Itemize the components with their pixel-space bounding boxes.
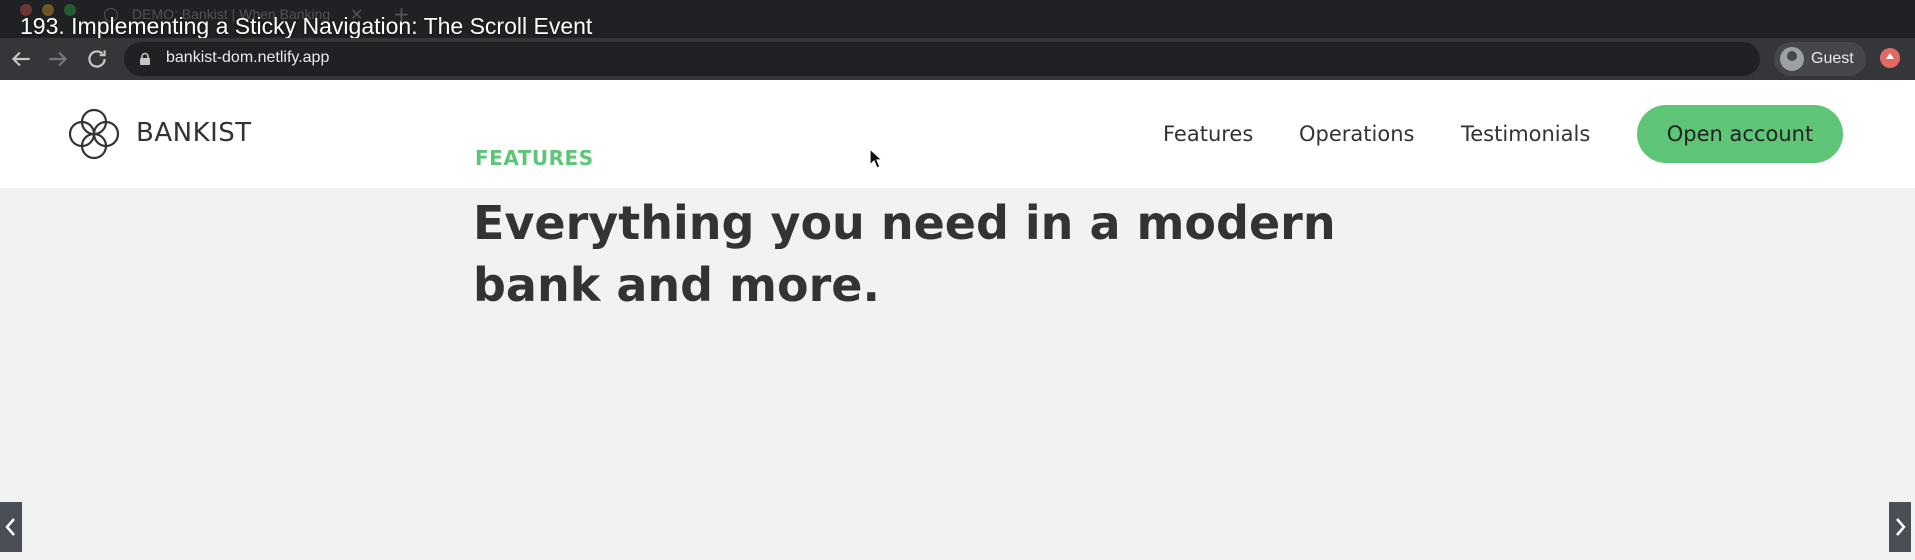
mouse-cursor-icon (869, 148, 884, 169)
profile-button[interactable]: Guest (1774, 42, 1866, 76)
open-account-button[interactable]: Open account (1637, 105, 1843, 163)
next-slide-button[interactable] (1889, 502, 1911, 552)
nav-link-testimonials[interactable]: Testimonials (1461, 122, 1590, 146)
lock-icon (140, 52, 150, 65)
logo-text: BANKIST (136, 118, 252, 148)
site-header: BANKIST Features Operations Testimonials… (0, 80, 1915, 188)
back-arrow-icon[interactable] (8, 46, 34, 72)
update-icon[interactable] (1880, 48, 1900, 68)
browser-chrome: DEMO: Bankist | When Banking ✕ + 193. Im… (0, 0, 1915, 80)
guest-avatar-icon (1780, 47, 1804, 71)
video-title: 193. Implementing a Sticky Navigation: T… (20, 13, 593, 39)
browser-toolbar: bankist-dom.netlify.app Guest (0, 38, 1915, 80)
bankist-logo-icon (68, 108, 120, 160)
section-heading: Everything you need in a modern bank and… (473, 196, 1336, 312)
section-label: FEATURES (475, 146, 594, 170)
url-text: bankist-dom.netlify.app (166, 49, 330, 66)
chevron-left-icon (5, 518, 15, 536)
tab-strip: DEMO: Bankist | When Banking ✕ + 193. Im… (0, 0, 1915, 39)
previous-slide-button[interactable] (0, 502, 22, 552)
profile-name: Guest (1811, 50, 1854, 67)
reload-icon[interactable] (84, 46, 110, 72)
nav-link-operations[interactable]: Operations (1299, 122, 1414, 146)
chevron-right-icon (1896, 518, 1906, 536)
forward-arrow-icon[interactable] (45, 46, 71, 72)
nav-link-features[interactable]: Features (1163, 122, 1253, 146)
address-bar[interactable]: bankist-dom.netlify.app (124, 42, 1760, 76)
